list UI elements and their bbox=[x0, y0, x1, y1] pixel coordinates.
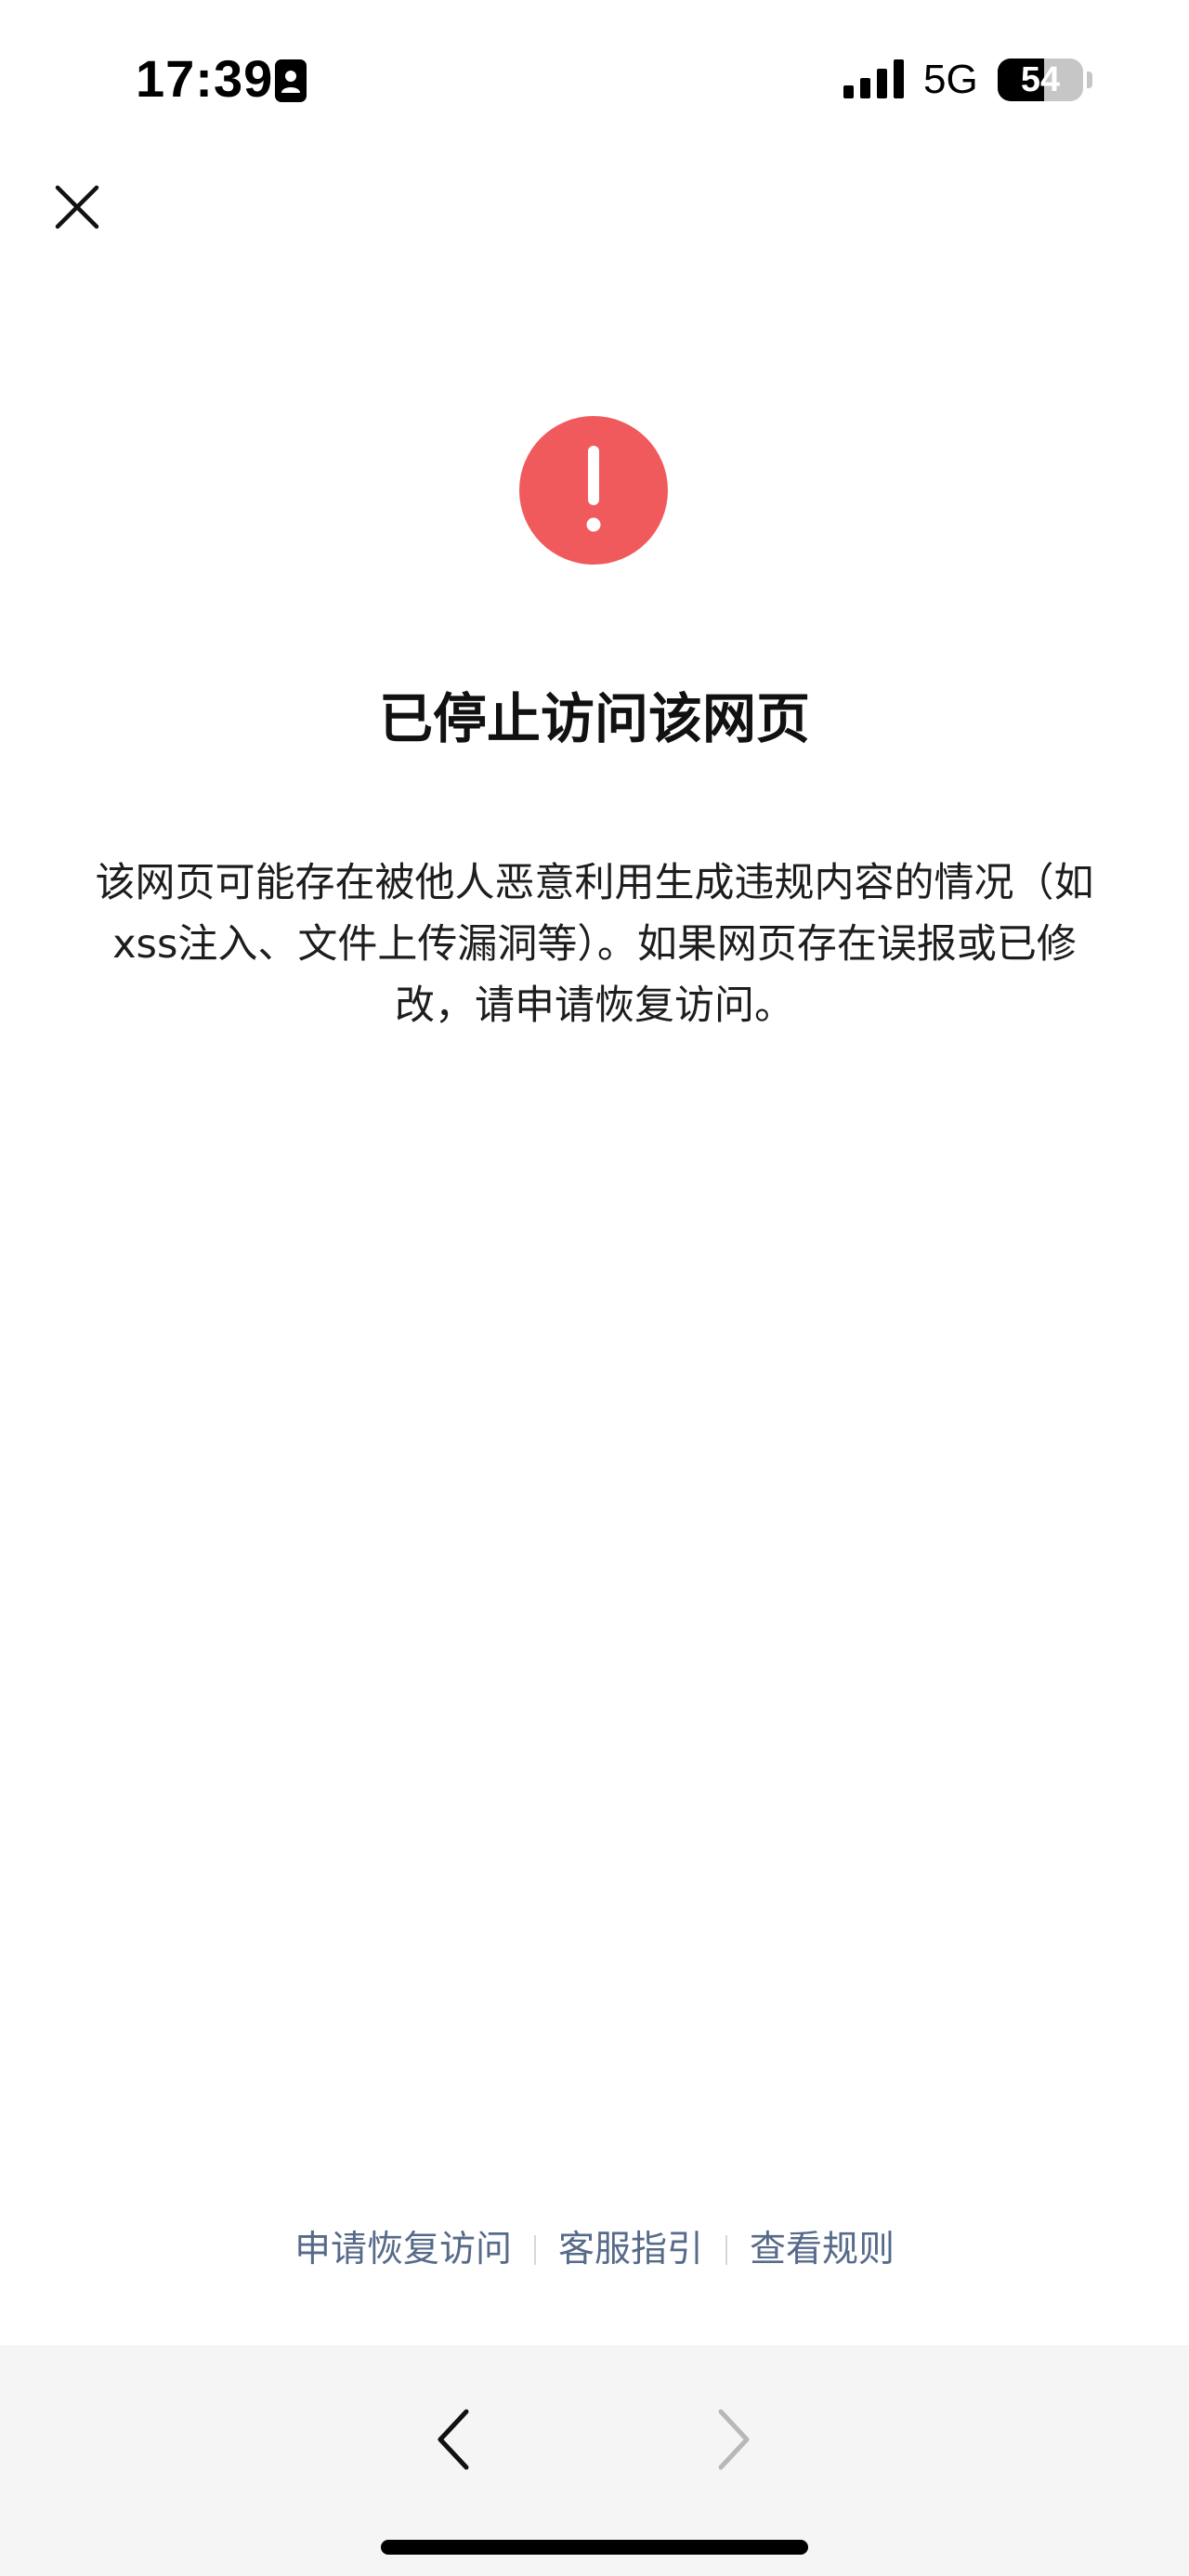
browser-nav-bar bbox=[0, 2346, 1189, 2576]
close-button[interactable] bbox=[46, 176, 108, 238]
request-restore-link[interactable]: 申请恢复访问 bbox=[294, 2218, 512, 2283]
block-description: 该网页可能存在被他人恶意利用生成违规内容的情况（如xss注入、文件上传漏洞等）。… bbox=[95, 860, 1094, 1029]
close-icon bbox=[55, 185, 99, 229]
chevron-right-icon bbox=[718, 2409, 750, 2470]
network-type: 5G bbox=[923, 57, 978, 102]
status-time: 17:39 bbox=[136, 49, 274, 108]
status-bar: 17:39 5G 54 bbox=[0, 0, 1189, 158]
home-indicator[interactable] bbox=[381, 2540, 808, 2555]
exclamation-circle-icon bbox=[519, 416, 668, 565]
link-divider bbox=[725, 2235, 727, 2265]
view-rules-link[interactable]: 查看规则 bbox=[750, 2218, 895, 2283]
battery-icon: 54 bbox=[998, 59, 1083, 101]
page-title: 已停止访问该网页 bbox=[378, 687, 810, 750]
link-divider bbox=[533, 2235, 536, 2265]
contact-card-icon bbox=[275, 59, 307, 102]
chevron-left-icon bbox=[438, 2409, 469, 2470]
customer-service-link[interactable]: 客服指引 bbox=[558, 2218, 703, 2283]
footer-links: 申请恢复访问 客服指引 查看规则 bbox=[0, 2218, 1189, 2283]
battery-tip bbox=[1087, 72, 1092, 88]
cellular-signal-icon bbox=[843, 59, 905, 98]
forward-button[interactable] bbox=[712, 2404, 754, 2475]
back-button[interactable] bbox=[433, 2404, 476, 2475]
battery-level: 54 bbox=[1020, 60, 1061, 99]
